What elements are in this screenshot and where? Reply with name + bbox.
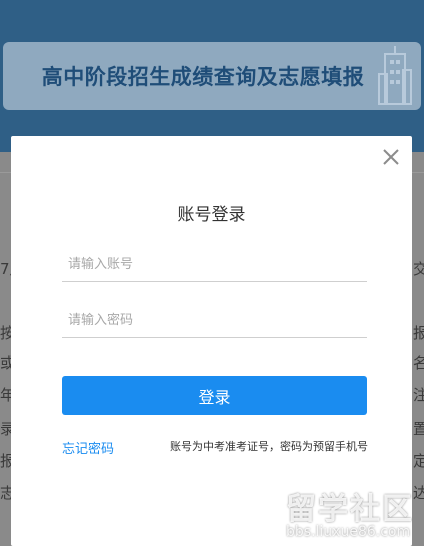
header-banner: 高中阶段招生成绩查询及志愿填报 <box>3 42 421 110</box>
login-hint: 账号为中考准考证号，密码为预留手机号 <box>170 440 368 453</box>
bg-text-fragment: 定 <box>413 452 424 470</box>
bg-text-fragment: 交 <box>413 260 424 278</box>
bg-text-fragment: 报 <box>413 324 424 342</box>
modal-title: 账号登录 <box>177 205 246 225</box>
banner-title: 高中阶段招生成绩查询及志愿填报 <box>41 65 365 89</box>
account-input[interactable] <box>62 248 367 282</box>
watermark-main: 留学社区 <box>286 492 414 527</box>
close-button[interactable] <box>380 146 402 168</box>
password-input[interactable] <box>62 304 367 338</box>
close-icon <box>383 149 399 165</box>
site-watermark: 留学社区 bbs.liuxue86.com <box>286 484 414 540</box>
bg-text-fragment: 注 <box>413 386 424 404</box>
watermark-sub: bbs.liuxue86.com <box>286 524 411 540</box>
forgot-password-link[interactable]: 忘记密码 <box>62 438 114 457</box>
login-button[interactable]: 登录 <box>62 376 367 415</box>
bg-text-fragment: 置 <box>413 420 424 438</box>
building-icon <box>378 46 412 105</box>
page-header: 高中阶段招生成绩查询及志愿填报 <box>0 0 424 152</box>
bg-text-fragment: 达 <box>413 484 424 502</box>
bg-text-fragment: 名 <box>413 354 424 372</box>
